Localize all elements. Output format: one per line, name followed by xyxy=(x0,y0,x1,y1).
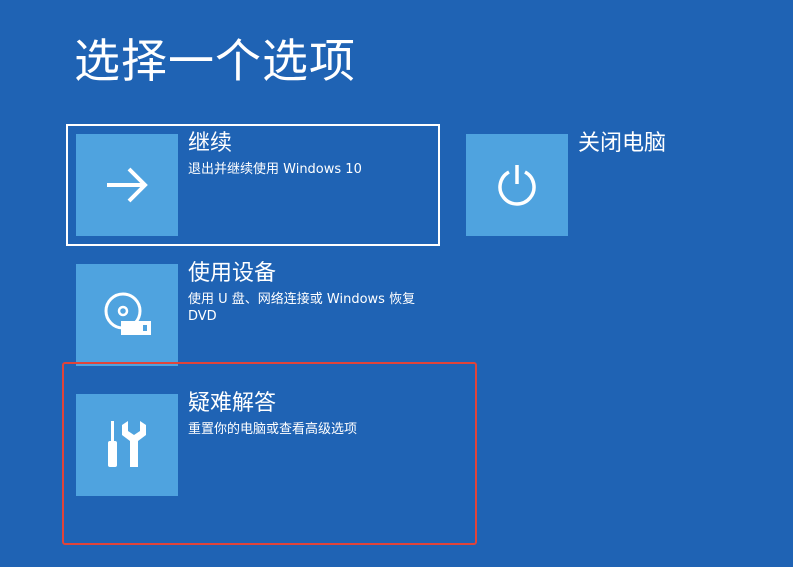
continue-option[interactable]: 继续 退出并继续使用 Windows 10 xyxy=(66,124,440,246)
troubleshoot-option[interactable]: 疑难解答 重置你的电脑或查看高级选项 xyxy=(66,384,440,506)
shutdown-option[interactable]: 关闭电脑 xyxy=(456,124,756,246)
continue-title: 继续 xyxy=(188,131,233,156)
recovery-screen: 选择一个选项 继续 退出并继续使用 Windows 10 关闭电脑 使用设备 使… xyxy=(0,0,793,567)
use-device-option[interactable]: 使用设备 使用 U 盘、网络连接或 Windows 恢复 DVD xyxy=(66,254,440,366)
use-device-description: 使用 U 盘、网络连接或 Windows 恢复 DVD xyxy=(188,292,416,324)
power-icon xyxy=(494,162,540,208)
continue-description: 退出并继续使用 Windows 10 xyxy=(188,162,362,177)
troubleshoot-tile[interactable] xyxy=(76,394,178,496)
disc-drive-icon xyxy=(99,289,155,341)
continue-tile[interactable] xyxy=(76,134,178,236)
shutdown-title: 关闭电脑 xyxy=(578,131,667,156)
shutdown-tile[interactable] xyxy=(466,134,568,236)
use-device-tile[interactable] xyxy=(76,264,178,366)
troubleshoot-description: 重置你的电脑或查看高级选项 xyxy=(188,422,358,437)
page-title: 选择一个选项 xyxy=(74,34,356,88)
troubleshoot-title: 疑难解答 xyxy=(188,391,277,416)
use-device-title: 使用设备 xyxy=(188,261,277,286)
arrow-right-icon xyxy=(103,165,151,205)
tools-icon xyxy=(104,417,150,473)
